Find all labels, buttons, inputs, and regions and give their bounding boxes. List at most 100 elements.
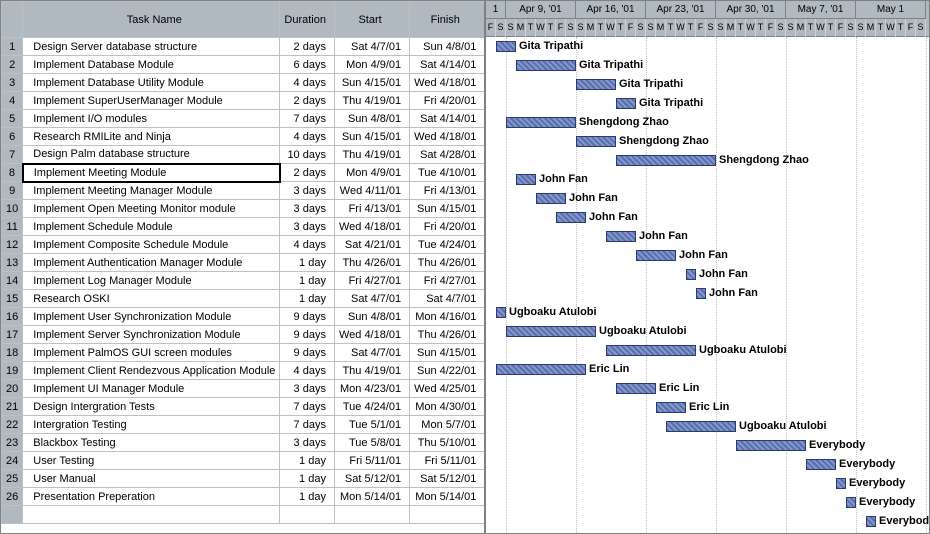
cell-duration[interactable]: 2 days — [280, 164, 335, 182]
row-number[interactable]: 13 — [2, 254, 23, 272]
cell-finish[interactable]: Mon 5/7/01 — [410, 416, 485, 434]
gantt-row[interactable]: John Fan — [486, 284, 929, 303]
row-number[interactable]: 23 — [2, 434, 23, 452]
cell-finish[interactable]: Fri 4/20/01 — [410, 92, 485, 110]
cell-start[interactable]: Fri 4/13/01 — [334, 200, 409, 218]
cell-finish[interactable]: Sun 4/8/01 — [410, 38, 485, 56]
gantt-row[interactable]: Ugboaku Atulobi — [486, 322, 929, 341]
cell-task-name[interactable]: Implement PalmOS GUI screen modules — [23, 344, 280, 362]
gantt-bar[interactable]: Everybody — [846, 497, 856, 508]
cell-duration[interactable]: 4 days — [280, 362, 335, 380]
cell-start[interactable]: Wed 4/18/01 — [334, 326, 409, 344]
col-header-start[interactable]: Start — [334, 2, 409, 38]
cell-duration[interactable]: 3 days — [280, 218, 335, 236]
gantt-bar[interactable]: John Fan — [686, 269, 696, 280]
row-number[interactable]: 1 — [2, 38, 23, 56]
cell-start[interactable]: Sun 4/15/01 — [334, 128, 409, 146]
cell-task-name[interactable]: Implement Meeting Module — [23, 164, 280, 182]
row-number[interactable]: 26 — [2, 488, 23, 506]
gantt-bar[interactable]: Shengdong Zhao — [576, 136, 616, 147]
cell-task-name[interactable]: Implement SuperUserManager Module — [23, 92, 280, 110]
gantt-pane[interactable]: 1Apr 9, '01Apr 16, '01Apr 23, '01Apr 30,… — [486, 1, 929, 533]
cell-finish[interactable]: Sat 4/7/01 — [410, 290, 485, 308]
cell-duration[interactable]: 3 days — [280, 182, 335, 200]
cell-duration[interactable]: 1 day — [280, 488, 335, 506]
gantt-bar[interactable]: John Fan — [636, 250, 676, 261]
gantt-row[interactable]: Ugboaku Atulobi — [486, 417, 929, 436]
gantt-row[interactable]: Gita Tripathi — [486, 75, 929, 94]
gantt-row[interactable]: Eric Lin — [486, 360, 929, 379]
row-number[interactable]: 12 — [2, 236, 23, 254]
row-number[interactable]: 4 — [2, 92, 23, 110]
table-row[interactable]: 1Design Server database structure2 daysS… — [2, 38, 485, 56]
gantt-bar[interactable]: John Fan — [516, 174, 536, 185]
gantt-bar[interactable]: Ugboaku Atulobi — [506, 326, 596, 337]
cell-start[interactable]: Thu 4/19/01 — [334, 362, 409, 380]
cell-start[interactable]: Sun 4/8/01 — [334, 110, 409, 128]
cell-duration[interactable]: 9 days — [280, 344, 335, 362]
cell-start[interactable]: Mon 4/23/01 — [334, 380, 409, 398]
cell-duration[interactable]: 6 days — [280, 56, 335, 74]
table-row[interactable]: 13Implement Authentication Manager Modul… — [2, 254, 485, 272]
cell-task-name[interactable]: User Manual — [23, 470, 280, 488]
row-number[interactable]: 16 — [2, 308, 23, 326]
cell-start[interactable]: Wed 4/11/01 — [334, 182, 409, 200]
gantt-bar[interactable]: Gita Tripathi — [576, 79, 616, 90]
cell-finish[interactable]: Sun 4/15/01 — [410, 344, 485, 362]
gantt-row[interactable]: John Fan — [486, 208, 929, 227]
table-row[interactable]: 19Implement Client Rendezvous Applicatio… — [2, 362, 485, 380]
table-row[interactable]: 24User Testing1 dayFri 5/11/01Fri 5/11/0… — [2, 452, 485, 470]
row-number[interactable]: 18 — [2, 344, 23, 362]
cell-duration[interactable]: 4 days — [280, 74, 335, 92]
cell-duration[interactable]: 9 days — [280, 326, 335, 344]
table-row[interactable]: 23Blackbox Testing3 daysTue 5/8/01Thu 5/… — [2, 434, 485, 452]
gantt-body[interactable]: Gita TripathiGita TripathiGita TripathiG… — [486, 37, 929, 533]
cell-start[interactable]: Sun 4/8/01 — [334, 308, 409, 326]
cell-start[interactable]: Mon 4/9/01 — [334, 56, 409, 74]
gantt-bar[interactable]: John Fan — [696, 288, 706, 299]
table-row[interactable]: 15Research OSKI1 daySat 4/7/01Sat 4/7/01 — [2, 290, 485, 308]
cell-finish[interactable]: Thu 4/26/01 — [410, 326, 485, 344]
gantt-row[interactable]: Everybody — [486, 455, 929, 474]
gantt-bar[interactable]: Shengdong Zhao — [616, 155, 716, 166]
gantt-row[interactable]: John Fan — [486, 189, 929, 208]
row-number[interactable]: 2 — [2, 56, 23, 74]
cell-duration[interactable]: 1 day — [280, 452, 335, 470]
gantt-row[interactable]: Eric Lin — [486, 398, 929, 417]
row-number[interactable]: 9 — [2, 182, 23, 200]
cell-start[interactable]: Sat 4/7/01 — [334, 290, 409, 308]
gantt-row[interactable]: John Fan — [486, 170, 929, 189]
col-header-duration[interactable]: Duration — [280, 2, 335, 38]
row-number[interactable]: 11 — [2, 218, 23, 236]
row-number[interactable]: 5 — [2, 110, 23, 128]
table-row[interactable]: 11Implement Schedule Module3 daysWed 4/1… — [2, 218, 485, 236]
gantt-bar[interactable]: Everybody — [806, 459, 836, 470]
table-row[interactable]: 16Implement User Synchronization Module9… — [2, 308, 485, 326]
cell-duration[interactable]: 1 day — [280, 272, 335, 290]
gantt-row[interactable]: Gita Tripathi — [486, 37, 929, 56]
row-number[interactable]: 15 — [2, 290, 23, 308]
table-row[interactable]: 21Design Intergration Tests7 daysTue 4/2… — [2, 398, 485, 416]
cell-finish[interactable]: Fri 5/11/01 — [410, 452, 485, 470]
cell-start[interactable]: Sat 4/21/01 — [334, 236, 409, 254]
cell-start[interactable]: Fri 5/11/01 — [334, 452, 409, 470]
table-row[interactable]: 22Intergration Testing7 daysTue 5/1/01Mo… — [2, 416, 485, 434]
row-number[interactable]: 22 — [2, 416, 23, 434]
cell-finish[interactable]: Tue 4/10/01 — [410, 164, 485, 182]
cell-start[interactable]: Sat 4/7/01 — [334, 344, 409, 362]
gantt-row[interactable]: Eric Lin — [486, 379, 929, 398]
col-header-finish[interactable]: Finish — [410, 2, 485, 38]
table-row[interactable]: 8Implement Meeting Module2 daysMon 4/9/0… — [2, 164, 485, 182]
cell-finish[interactable]: Wed 4/18/01 — [410, 128, 485, 146]
cell-duration[interactable]: 3 days — [280, 380, 335, 398]
cell-duration[interactable]: 3 days — [280, 434, 335, 452]
gantt-bar[interactable]: Shengdong Zhao — [506, 117, 576, 128]
row-number[interactable]: 17 — [2, 326, 23, 344]
cell-task-name[interactable]: User Testing — [23, 452, 280, 470]
row-number[interactable]: 6 — [2, 128, 23, 146]
cell-finish[interactable]: Mon 4/16/01 — [410, 308, 485, 326]
cell-finish[interactable]: Sun 4/15/01 — [410, 200, 485, 218]
cell-duration[interactable]: 7 days — [280, 416, 335, 434]
table-row[interactable]: 10Implement Open Meeting Monitor module3… — [2, 200, 485, 218]
cell-start[interactable]: Mon 4/9/01 — [334, 164, 409, 182]
